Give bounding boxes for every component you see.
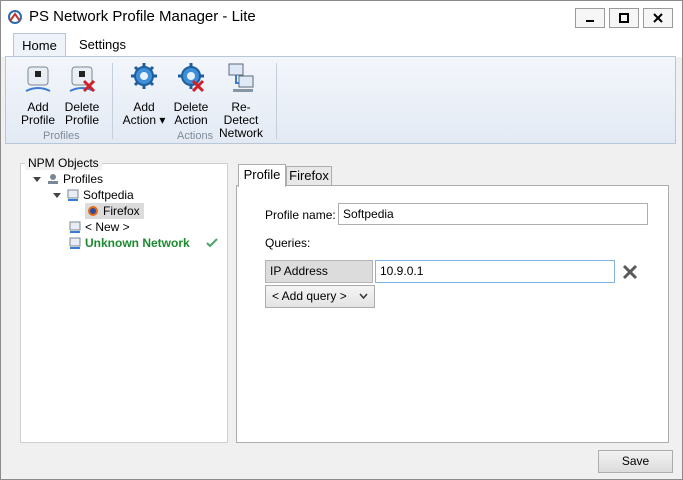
window-title: PS Network Profile Manager - Lite	[29, 8, 256, 25]
expand-triangle-icon[interactable]	[53, 192, 61, 198]
tree-node-softpedia[interactable]: Softpedia	[53, 187, 134, 203]
tree-node-unknown-network[interactable]: Unknown Network	[69, 235, 218, 251]
delete-profile-icon	[69, 66, 96, 93]
tree-node-profiles[interactable]: Profiles	[33, 171, 103, 187]
query-type-label: IP Address	[265, 260, 373, 283]
selected-highlight: Firefox	[85, 203, 144, 219]
add-profile-button[interactable]: Add Profile	[15, 61, 61, 127]
profile-name-label: Profile name:	[265, 208, 336, 222]
add-query-label: < Add query >	[272, 289, 347, 303]
profile-icon	[69, 237, 81, 249]
add-profile-label-2: Profile	[20, 113, 55, 127]
firefox-icon	[88, 206, 98, 216]
delete-action-label-2: Action	[174, 113, 208, 127]
delete-profile-button[interactable]: Delete Profile	[59, 61, 105, 127]
tree-node-firefox[interactable]: Firefox	[85, 203, 144, 219]
delete-profile-label-2: Profile	[64, 113, 99, 127]
expand-triangle-icon[interactable]	[33, 176, 41, 182]
minimize-icon	[586, 20, 594, 22]
close-icon	[653, 13, 663, 23]
delete-query-icon[interactable]	[621, 263, 639, 281]
redetect-network-label-2: Network	[218, 126, 263, 140]
ribbon-tab-settings[interactable]: Settings	[69, 33, 136, 57]
close-button[interactable]	[643, 8, 673, 28]
ribbon: Add Profile Delete Profile Profiles Add …	[5, 56, 676, 144]
add-action-icon	[131, 63, 157, 89]
check-icon	[205, 238, 218, 248]
tree-label-softpedia: Softpedia	[83, 188, 134, 202]
title-bar: PS Network Profile Manager - Lite	[1, 1, 682, 33]
minimize-button[interactable]	[575, 8, 605, 28]
delete-action-button[interactable]: Delete Action	[168, 61, 214, 127]
group-separator	[276, 63, 277, 139]
query-value-field[interactable]: 10.9.0.1	[375, 260, 615, 283]
add-action-label-2: Action ▾	[122, 113, 166, 127]
add-action-button[interactable]: Add Action ▾	[120, 61, 168, 127]
app-logo-icon	[8, 10, 22, 24]
chevron-down-icon	[359, 293, 368, 299]
main-window: PS Network Profile Manager - Lite Home S…	[0, 0, 683, 480]
ribbon-tab-strip: Home Settings	[1, 33, 682, 57]
delete-action-icon	[178, 63, 205, 93]
add-query-dropdown[interactable]: < Add query >	[265, 285, 375, 308]
tab-profile[interactable]: Profile	[238, 164, 286, 187]
profile-icon	[67, 189, 79, 201]
profile-icon	[69, 221, 81, 233]
tree-label-firefox: Firefox	[103, 204, 140, 218]
redetect-network-button[interactable]: Re-Detect Network	[214, 61, 268, 140]
tree-label-profiles: Profiles	[63, 172, 104, 186]
maximize-button[interactable]	[609, 8, 639, 28]
profile-name-field[interactable]	[338, 203, 648, 225]
redetect-network-label-1: Re-Detect	[223, 100, 259, 127]
tree-label-new: < New >	[85, 220, 130, 234]
queries-label: Queries:	[265, 236, 311, 250]
npm-objects-legend: NPM Objects	[25, 156, 102, 170]
group-label-profiles: Profiles	[43, 130, 80, 142]
tab-firefox[interactable]: Firefox	[286, 166, 332, 186]
profiles-folder-icon	[48, 174, 58, 184]
redetect-network-icon	[228, 63, 254, 92]
tree-label-unknown-network: Unknown Network	[85, 236, 190, 250]
ribbon-tab-home[interactable]: Home	[13, 33, 66, 57]
save-button[interactable]: Save	[598, 450, 673, 473]
tree-node-new[interactable]: < New >	[69, 219, 130, 235]
group-label-actions: Actions	[177, 130, 214, 142]
group-separator	[112, 63, 113, 139]
maximize-icon	[619, 13, 629, 23]
add-profile-icon	[25, 66, 51, 92]
